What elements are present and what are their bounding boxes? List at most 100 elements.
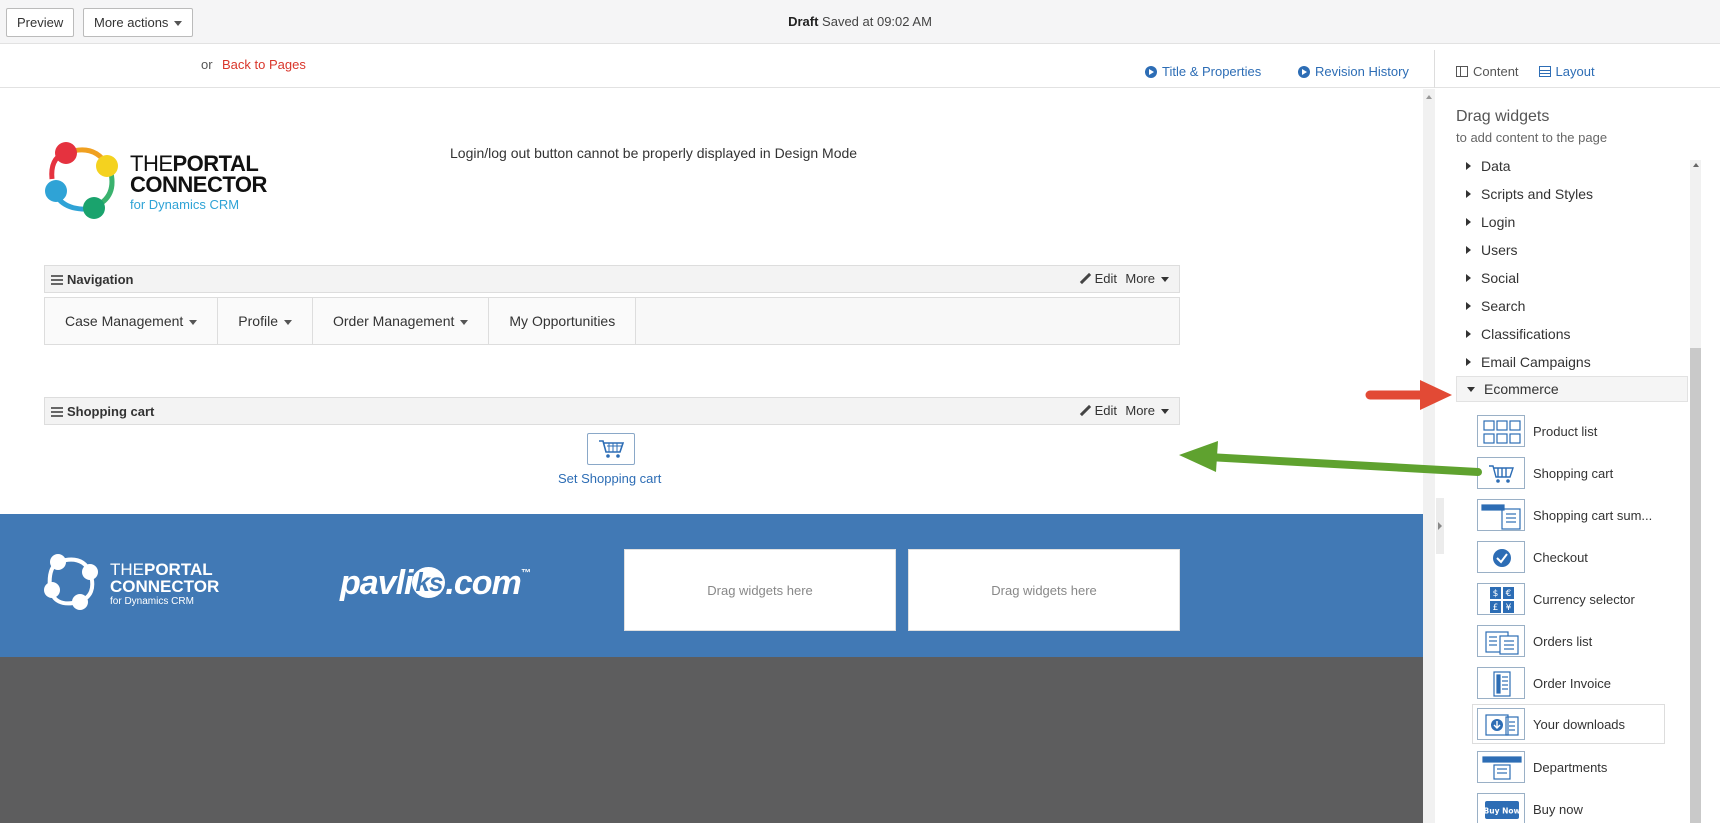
login-design-mode-message: Login/log out button cannot be properly … [450, 145, 858, 161]
navigation-edit-button[interactable]: Edit [1079, 271, 1117, 286]
nav-item-profile[interactable]: Profile [218, 298, 313, 344]
design-canvas: THEPORTAL CONNECTOR for Dynamics CRM Log… [0, 89, 1423, 823]
category-search[interactable]: Search [1456, 293, 1688, 319]
toolbar-divider [1434, 50, 1435, 88]
chevron-down-icon [174, 21, 183, 27]
caret-right-icon [1466, 330, 1471, 338]
drag-handle-icon[interactable] [51, 407, 63, 417]
widget-buy-now[interactable]: Buy Now Buy now [1477, 791, 1667, 823]
invoice-icon [1477, 667, 1525, 699]
tab-content[interactable]: Content [1456, 64, 1519, 79]
category-scripts-and-styles[interactable]: Scripts and Styles [1456, 181, 1688, 207]
navigation-widget-title: Navigation [67, 272, 134, 287]
widget-label: Currency selector [1533, 591, 1635, 607]
footer-logo-text-connector: CONNECTOR [110, 577, 220, 596]
category-social[interactable]: Social [1456, 265, 1688, 291]
navigation-more-button[interactable]: More [1125, 271, 1169, 286]
scroll-up-icon[interactable] [1693, 163, 1699, 167]
page-editor: Draft Saved at 09:02 AM Preview More act… [0, 0, 1720, 823]
widget-your-downloads[interactable]: Your downloads [1472, 704, 1665, 744]
set-shopping-cart-link[interactable]: Set Shopping cart [558, 471, 661, 486]
caret-right-icon [1466, 218, 1471, 226]
widget-label: Orders list [1533, 633, 1593, 649]
footer-logo-text-dynamics: for Dynamics CRM [110, 596, 194, 607]
panel-tabs: Content Layout [1456, 64, 1595, 79]
widget-product-list[interactable]: Product list [1477, 413, 1667, 449]
saved-time: Saved at 09:02 AM [822, 14, 932, 29]
widget-orders-list[interactable]: Orders list [1477, 623, 1667, 659]
shopping-cart-widget-bar[interactable]: Shopping cart Edit More [44, 397, 1180, 425]
preview-button[interactable]: Preview [6, 8, 75, 37]
category-email-campaigns[interactable]: Email Campaigns [1456, 349, 1688, 375]
caret-right-icon [1466, 246, 1471, 254]
widget-shopping-cart-summary[interactable]: Shopping cart sum... [1477, 497, 1667, 533]
panel-scrollbar-thumb[interactable] [1690, 348, 1701, 823]
widget-departments[interactable]: Departments [1477, 749, 1667, 785]
checkmark-icon [1477, 541, 1525, 573]
widget-label: Departments [1533, 759, 1608, 775]
scroll-up-icon[interactable] [1426, 95, 1432, 99]
widget-label: Order Invoice [1533, 675, 1612, 691]
draft-label: Draft [788, 14, 819, 29]
caret-down-icon [1467, 386, 1475, 392]
logo-text-connector: CONNECTOR [130, 172, 267, 197]
svg-text:€: € [1506, 589, 1512, 599]
footer-portal-connector-logo: THEPORTAL CONNECTOR for Dynamics CRM [44, 552, 234, 612]
widget-label: Product list [1533, 423, 1598, 439]
orders-list-icon [1477, 625, 1525, 657]
navigation-widget-bar[interactable]: Navigation Edit More [44, 265, 1180, 293]
arrow-circle-right-icon [1145, 65, 1157, 78]
widget-shopping-cart[interactable]: Shopping cart [1477, 455, 1667, 491]
caret-right-icon [1466, 274, 1471, 282]
logo-text-dynamics: for Dynamics CRM [130, 197, 240, 212]
chevron-down-icon [189, 319, 198, 325]
panel-collapse-handle[interactable] [1436, 498, 1444, 554]
widget-label: Shopping cart sum... [1533, 507, 1653, 523]
widget-label: Checkout [1533, 549, 1588, 565]
title-properties-link[interactable]: Title & Properties [1145, 64, 1261, 79]
shopping-cart-more-button[interactable]: More [1125, 403, 1169, 418]
footer-drop-zone-1[interactable]: Drag widgets here [624, 549, 896, 631]
pencil-icon [1079, 273, 1091, 285]
departments-icon [1477, 751, 1525, 783]
page-bottom-area [0, 657, 1423, 823]
category-login[interactable]: Login [1456, 209, 1688, 235]
arrow-circle-right-icon [1298, 65, 1310, 78]
widget-label: Your downloads [1533, 716, 1626, 732]
shopping-cart-edit-button[interactable]: Edit [1079, 403, 1117, 418]
drag-handle-icon[interactable] [51, 275, 63, 285]
footer-drop-zone-2[interactable]: Drag widgets here [908, 549, 1180, 631]
shopping-cart-icon [1477, 457, 1525, 489]
svg-text:$: $ [1493, 589, 1499, 599]
panel-title: Drag widgets [1456, 108, 1550, 125]
shopping-cart-placeholder-icon[interactable] [587, 433, 635, 465]
widget-checkout[interactable]: Checkout [1477, 539, 1667, 575]
chevron-down-icon [283, 319, 292, 325]
svg-text:¥: ¥ [1506, 603, 1512, 613]
currency-icon: $ € £ ¥ [1477, 583, 1525, 615]
svg-text:£: £ [1493, 603, 1499, 613]
tab-layout[interactable]: Layout [1538, 64, 1595, 79]
pavliks-logo: pavli ks.com™ [340, 564, 531, 602]
revision-history-link[interactable]: Revision History [1298, 64, 1409, 79]
portal-connector-logo: THEPORTAL CONNECTOR for Dynamics CRM [44, 139, 284, 219]
more-actions-button[interactable]: More actions [83, 8, 194, 37]
panel-subtitle: to add content to the page [1456, 130, 1608, 145]
nav-item-my-opportunities[interactable]: My Opportunities [489, 298, 637, 344]
nav-item-order-management[interactable]: Order Management [312, 298, 490, 344]
category-classifications[interactable]: Classifications [1456, 321, 1688, 347]
nav-item-case-management[interactable]: Case Management [45, 298, 219, 344]
caret-right-icon [1466, 162, 1471, 170]
widget-currency-selector[interactable]: $ € £ ¥ Currency selector [1477, 581, 1667, 617]
category-data[interactable]: Data [1456, 153, 1688, 179]
back-to-pages-link[interactable]: Back to Pages [222, 57, 306, 72]
product-list-icon [1477, 415, 1525, 447]
canvas-scrollbar[interactable] [1423, 89, 1435, 823]
navigation-menu: Case Management Profile Order Management… [44, 297, 1180, 345]
category-ecommerce[interactable]: Ecommerce [1456, 376, 1688, 402]
widget-order-invoice[interactable]: Order Invoice [1477, 665, 1667, 701]
caret-right-icon [1466, 190, 1471, 198]
chevron-down-icon [1161, 409, 1169, 415]
pencil-icon [1079, 405, 1091, 417]
category-users[interactable]: Users [1456, 237, 1688, 263]
